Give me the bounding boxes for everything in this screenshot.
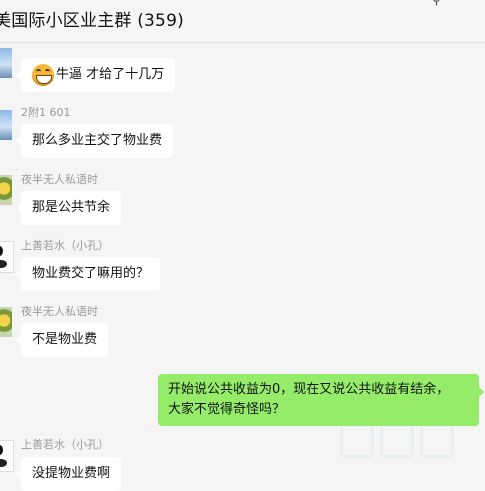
my-message-line: 大家不觉得奇怪吗？: [168, 402, 286, 417]
avatar[interactable]: [0, 175, 12, 205]
message-text: 不是物业费: [32, 332, 98, 347]
avatar[interactable]: [0, 307, 12, 337]
message-bubble[interactable]: 那是公共节余: [15, 191, 122, 225]
sender-name: 上善若水（小孔）: [21, 438, 109, 451]
message-bubble[interactable]: 那么多业主交了物业费: [15, 124, 174, 158]
grinning-face-emoji-icon: [32, 63, 54, 86]
avatar[interactable]: [0, 241, 14, 273]
message-bubble[interactable]: 物业费交了嘛用的？: [15, 257, 161, 291]
pin-icon[interactable]: ⚲: [432, 0, 441, 7]
avatar[interactable]: [0, 110, 12, 140]
my-message-line: 开始说公共收益为0，现在又说公共收益有结余，: [168, 382, 450, 397]
message-text: 那是公共节余: [32, 200, 111, 215]
sender-name: 2附1 601: [21, 106, 71, 119]
chat-title[interactable]: 美国际小区业主群 (359): [0, 6, 184, 31]
avatar[interactable]: [0, 440, 14, 472]
avatar[interactable]: [0, 48, 12, 78]
sender-name: 上善若水（小孔）: [21, 239, 109, 252]
message-text: 物业费交了嘛用的？: [32, 266, 150, 281]
message-bubble[interactable]: 牛逼 才给了十几万: [15, 58, 176, 92]
watermark-logo: [340, 424, 470, 460]
my-message-bubble[interactable]: 开始说公共收益为0，现在又说公共收益有结余， 大家不觉得奇怪吗？: [158, 374, 484, 426]
message-text: 那么多业主交了物业费: [32, 133, 163, 148]
message-text: 没提物业费啊: [32, 466, 111, 481]
sender-name: 夜半无人私语时: [21, 173, 98, 186]
message-text: 牛逼 才给了十几万: [56, 67, 165, 82]
message-bubble[interactable]: 不是物业费: [15, 323, 109, 357]
sender-name: 夜半无人私语时: [21, 305, 98, 318]
message-bubble[interactable]: 没提物业费啊: [15, 457, 122, 491]
chat-header: 美国际小区业主群 (359) ⚲: [0, 0, 485, 43]
